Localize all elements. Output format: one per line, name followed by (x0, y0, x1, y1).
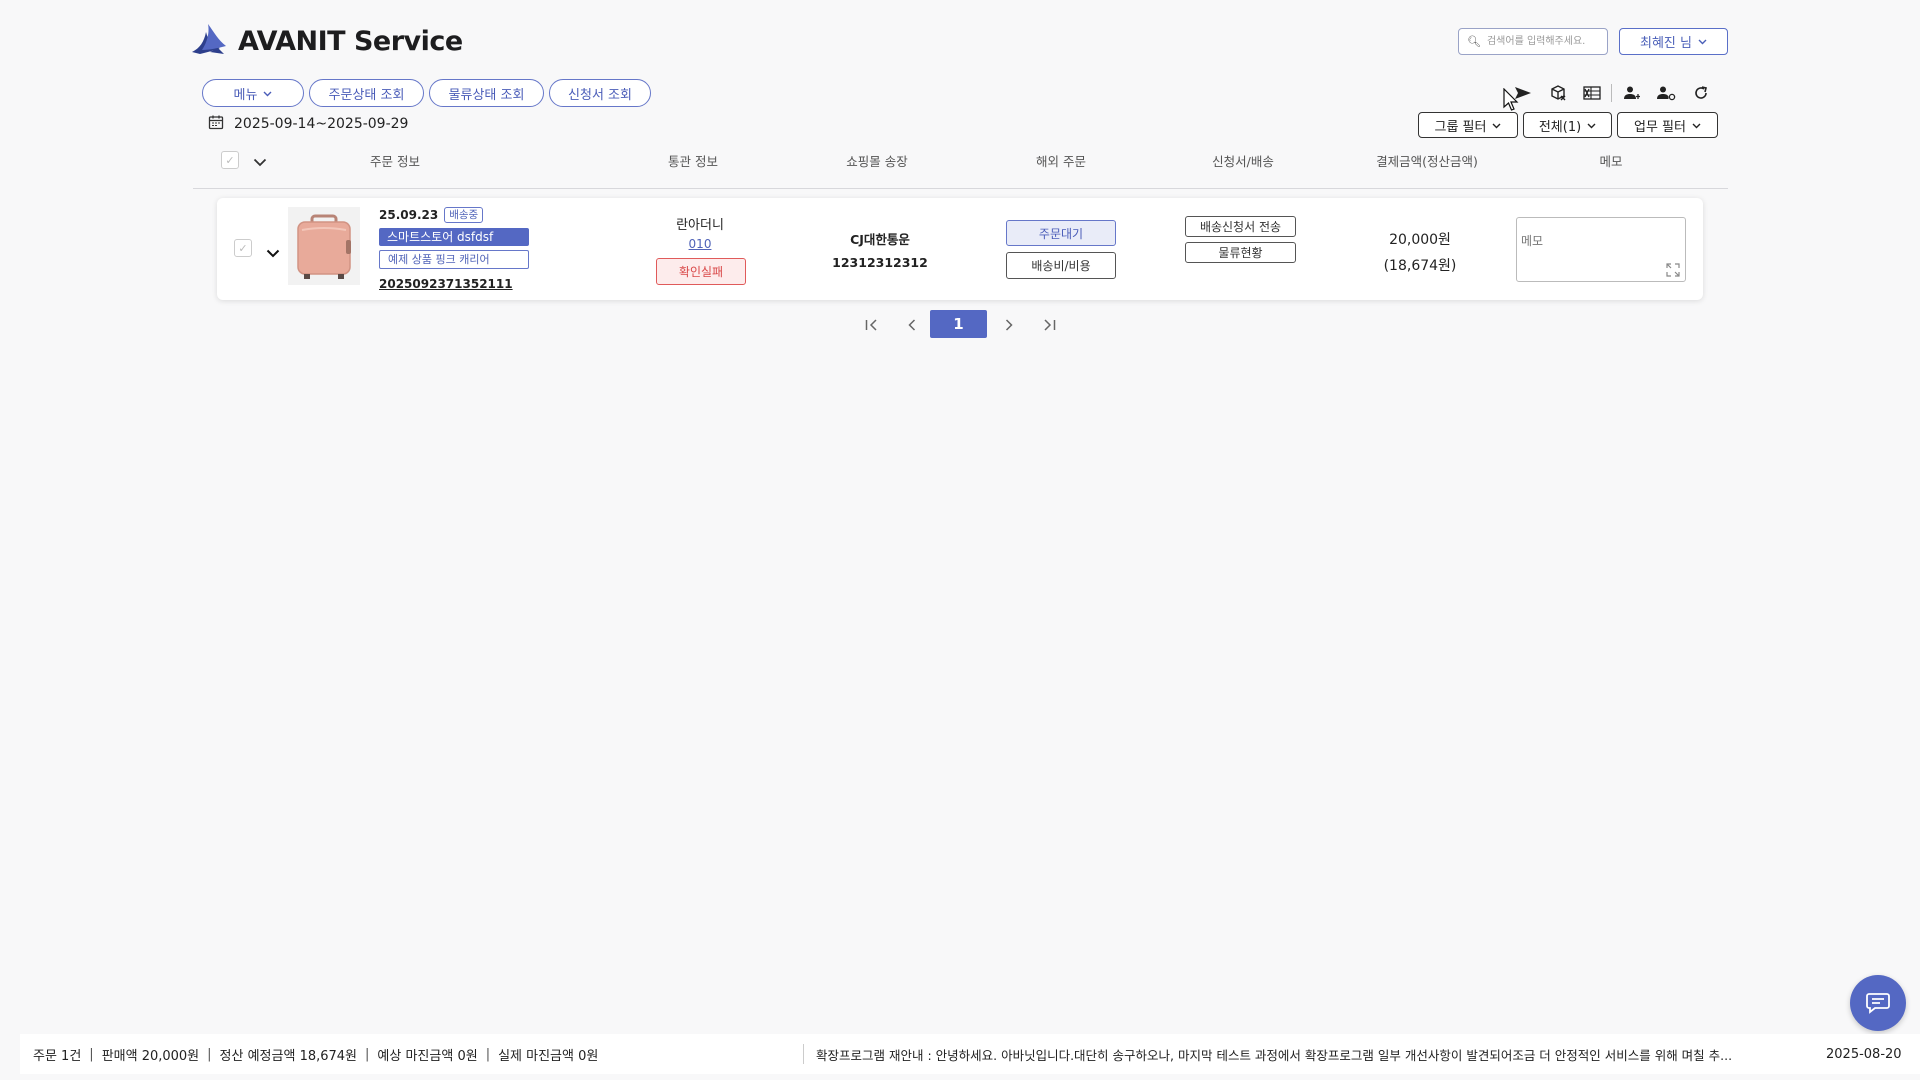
all-filter-button[interactable]: 전체(1) (1523, 112, 1612, 138)
send-application-button[interactable]: 배송신청서 전송 (1185, 216, 1296, 237)
brand-name: AVANIT Service (238, 25, 463, 57)
col-overseas-order: 해외 주문 (1036, 154, 1086, 169)
chat-button[interactable] (1850, 975, 1906, 1031)
prev-page-icon[interactable] (900, 312, 924, 338)
payment-amount: 20,000원 (1389, 232, 1451, 248)
application-label: 신청서 조회 (568, 87, 632, 103)
status-badge: 배송중 (444, 207, 484, 223)
swallow-logo-icon (190, 22, 228, 60)
next-page-icon[interactable] (997, 312, 1021, 338)
courier-name: CJ대한통운 (850, 232, 910, 247)
col-application-shipping: 신청서/배송 (1212, 154, 1274, 169)
row-expand-chevron-icon[interactable] (266, 243, 280, 262)
header-divider (193, 188, 1728, 189)
work-filter-label: 업무 필터 (1634, 119, 1686, 135)
footer-bar: 주문 1건 | 판매액 20,000원 | 정산 예정금액 18,674원 | … (20, 1034, 1920, 1074)
col-customs-info: 통관 정보 (668, 154, 718, 169)
chevron-down-icon (1698, 34, 1707, 49)
notice-ticker[interactable]: 확장프로그램 재안내 : 안녕하세요. 아바닛입니다.대단히 송구하오나, 마지… (816, 1045, 1816, 1064)
col-memo: 메모 (1599, 154, 1623, 169)
user-menu-button[interactable]: 최혜진 님 (1619, 28, 1728, 55)
row-checkbox[interactable]: ✓ (234, 239, 252, 257)
user-name: 최혜진 님 (1640, 36, 1692, 51)
calendar-icon (208, 114, 224, 134)
summary-sales: 판매액 20,000원 (101, 1048, 200, 1064)
chevron-down-icon (1587, 118, 1596, 133)
search-input[interactable] (1484, 35, 1609, 48)
date-range-picker[interactable]: 2025-09-14~2025-09-29 (208, 114, 408, 134)
order-number-link[interactable]: 2025092371352111 (379, 277, 513, 291)
person-add-icon[interactable] (1619, 81, 1645, 105)
invoice-number: 12312312312 (832, 255, 928, 270)
summary-separator: | (207, 1046, 212, 1062)
footer-divider (803, 1044, 804, 1064)
customs-phone-link[interactable]: 010 (640, 237, 760, 251)
summary-order-count: 주문 1건 (33, 1048, 82, 1064)
order-date: 25.09.23 (379, 208, 439, 222)
summary-settlement: 정산 예정금액 18,674원 (219, 1048, 358, 1064)
col-mall-invoice: 쇼핑몰 송장 (846, 154, 908, 169)
col-payment: 결제금액(정산금액) (1376, 154, 1478, 169)
order-status-label: 주문상태 조회 (328, 87, 405, 103)
first-page-icon[interactable] (860, 312, 884, 338)
product-thumbnail[interactable] (288, 207, 360, 285)
group-filter-button[interactable]: 그룹 필터 (1418, 112, 1518, 138)
box-close-icon[interactable] (1545, 81, 1571, 105)
excel-icon[interactable] (1579, 81, 1605, 105)
summary-actual-margin: 실제 마진금액 0원 (498, 1048, 599, 1064)
date-range-text: 2025-09-14~2025-09-29 (234, 116, 409, 132)
chevron-down-icon (263, 86, 272, 101)
expand-memo-icon[interactable] (1666, 262, 1680, 281)
order-status-button[interactable]: 주문상태 조회 (309, 79, 424, 107)
logistics-status-button[interactable]: 물류상태 조회 (429, 79, 544, 107)
chat-icon (1866, 993, 1890, 1014)
shipping-cost-button[interactable]: 배송비/비용 (1006, 252, 1116, 279)
all-filter-label: 전체(1) (1538, 119, 1582, 135)
work-filter-button[interactable]: 업무 필터 (1617, 112, 1718, 138)
brand[interactable]: AVANIT Service (190, 22, 463, 60)
chevron-down-icon (1492, 118, 1501, 133)
pink-suitcase-icon (297, 214, 351, 279)
summary-expected-margin: 예상 마진금액 0원 (377, 1048, 478, 1064)
customs-name: 란아더니 (676, 218, 724, 233)
overseas-status-button[interactable]: 주문대기 (1006, 220, 1116, 246)
menu-button[interactable]: 메뉴 (202, 79, 304, 107)
memo-textarea[interactable] (1516, 217, 1686, 282)
notice-date: 2025-08-20 (1826, 1046, 1902, 1062)
summary-separator: | (365, 1046, 370, 1062)
logistics-status-label: 물류상태 조회 (448, 87, 525, 103)
last-page-icon[interactable] (1037, 312, 1061, 338)
settlement-amount: (18,674원) (1383, 258, 1457, 274)
search-icon: 🔍︎ (1467, 35, 1481, 48)
summary-separator: | (485, 1046, 491, 1062)
footer-summary: 주문 1건 | 판매액 20,000원 | 정산 예정금액 18,674원 | … (20, 1045, 803, 1064)
toolbar-divider (1611, 84, 1612, 102)
product-name-tag[interactable]: 예제 상품 핑크 캐리어 (379, 250, 529, 269)
person-settings-icon[interactable] (1653, 81, 1679, 105)
menu-label: 메뉴 (233, 87, 258, 103)
order-date-row: 25.09.23 배송중 (379, 207, 484, 223)
refresh-icon[interactable] (1688, 81, 1714, 105)
customs-status-button[interactable]: 확인실패 (656, 258, 746, 285)
summary-separator: | (89, 1046, 94, 1062)
store-badge[interactable]: 스마트스토어 dsfdsf (379, 228, 529, 246)
col-order-info: 주문 정보 (370, 154, 420, 169)
expand-all-chevron-icon[interactable] (253, 152, 267, 171)
page-button-current[interactable]: 1 (930, 310, 987, 338)
chevron-down-icon (1692, 118, 1701, 133)
logistics-status-row-button[interactable]: 물류현황 (1185, 242, 1296, 263)
application-button[interactable]: 신청서 조회 (549, 79, 651, 107)
group-filter-label: 그룹 필터 (1434, 119, 1487, 135)
select-all-checkbox[interactable]: ✓ (221, 151, 239, 169)
search-box[interactable]: 🔍︎ (1458, 28, 1609, 55)
